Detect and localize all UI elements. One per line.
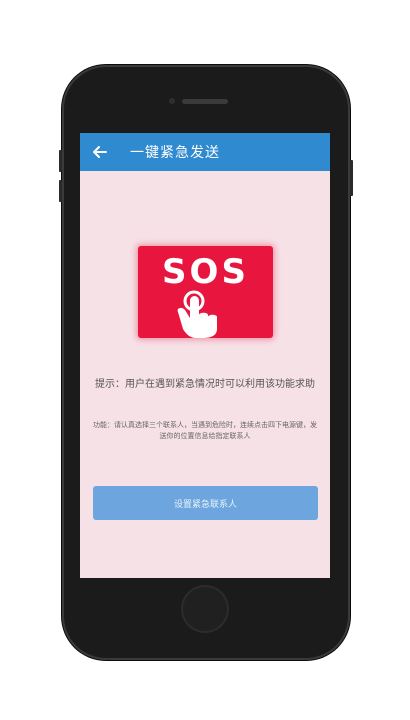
volume-down-button: [59, 180, 62, 202]
set-emergency-contacts-button[interactable]: 设置紧急联系人: [93, 486, 318, 520]
home-button: [181, 585, 229, 633]
front-camera: [169, 98, 175, 104]
page-title: 一键紧急发送: [130, 145, 220, 161]
power-button: [350, 160, 353, 196]
earpiece: [182, 99, 228, 104]
sos-image: SOS: [138, 246, 273, 338]
app-screen: 一键紧急发送 SOS 提示：用户在遇到紧急情况时可以利用该功能求助 功能：请认真…: [80, 133, 330, 578]
hand-tap-icon: [177, 290, 217, 338]
volume-up-button: [59, 150, 62, 172]
back-arrow-icon[interactable]: [90, 142, 110, 162]
function-description: 功能：请认真选择三个联系人，当遇到危险时，连续点击四下电源键，发送你的位置信息给…: [93, 421, 317, 440]
app-bar: 一键紧急发送: [80, 133, 330, 171]
hint-text: 提示：用户在遇到紧急情况时可以利用该功能求助: [95, 379, 315, 390]
